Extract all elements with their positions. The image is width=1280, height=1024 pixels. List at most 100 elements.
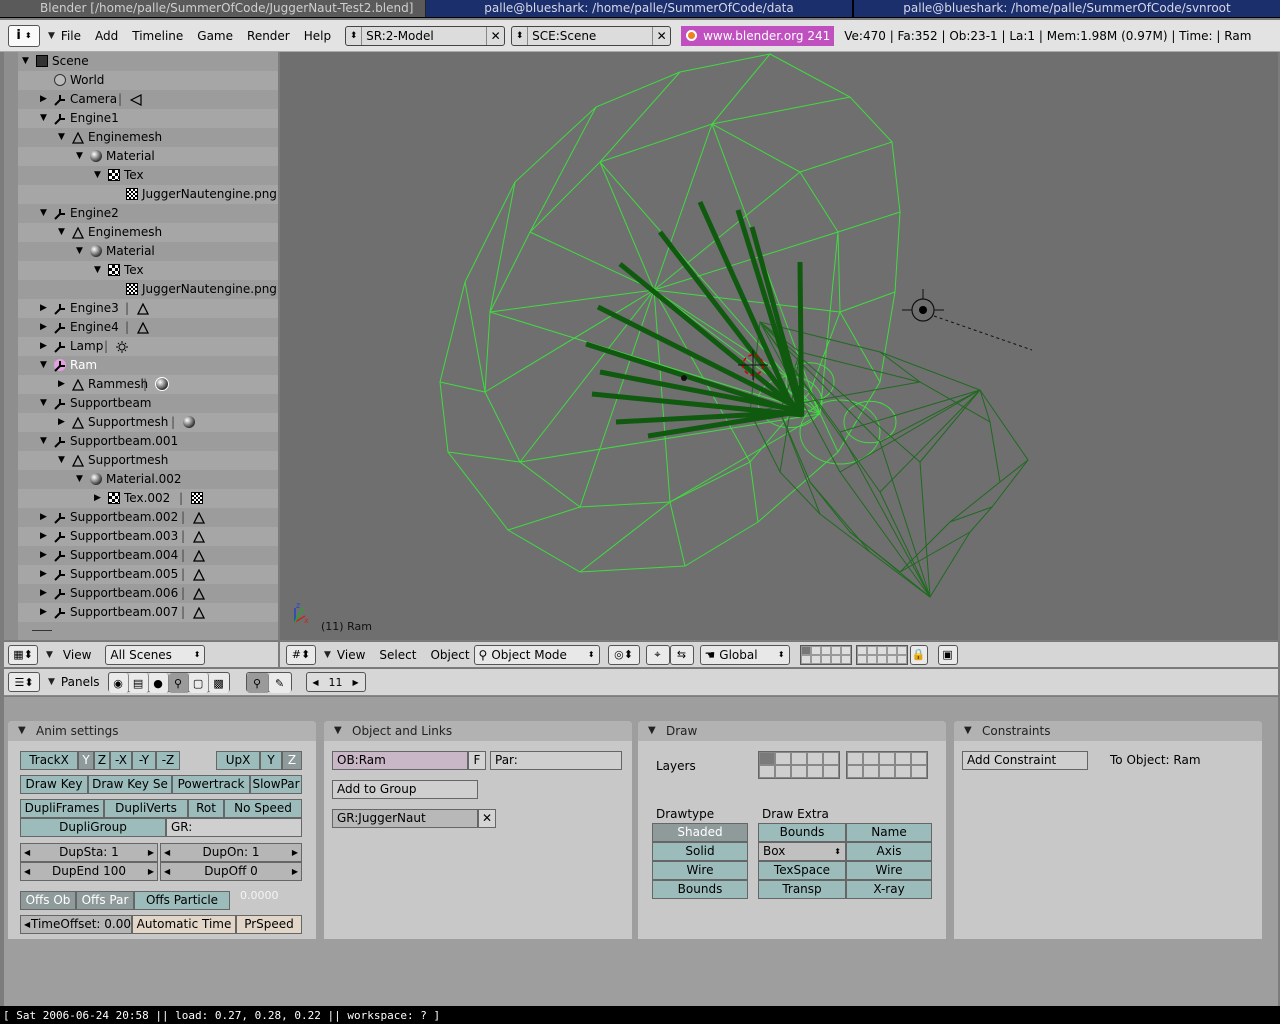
collapsed-arrow-icon[interactable]: ▶: [40, 90, 47, 109]
outliner-row[interactable]: ▶ Supportbeam.006 |: [18, 584, 278, 603]
3d-view-menu[interactable]: View: [337, 648, 365, 662]
outliner[interactable]: ▼ Scene World ▶ Camera | ▼ Engine1 ▼ Enginemesh ▼ M…: [4, 52, 278, 640]
script-context-icon[interactable]: ▤: [129, 673, 149, 693]
expanded-arrow-icon[interactable]: ▼: [40, 204, 47, 223]
outliner-row[interactable]: ▼ Material: [18, 147, 278, 166]
collapsed-arrow-icon[interactable]: ▶: [40, 508, 47, 527]
draw-header[interactable]: Draw: [638, 721, 946, 741]
mesh-icon[interactable]: [193, 587, 205, 599]
window-type-3d-button[interactable]: #⬍: [286, 645, 316, 665]
expanded-arrow-icon[interactable]: ▼: [58, 451, 65, 470]
collapsed-arrow-icon[interactable]: ▶: [40, 603, 47, 622]
menu-help[interactable]: Help: [304, 29, 331, 43]
outliner-row[interactable]: ▼ Ram: [18, 356, 278, 375]
updown-icon[interactable]: ⬍: [346, 27, 362, 45]
render-preview-icon[interactable]: ▣: [938, 645, 958, 665]
expanded-arrow-icon[interactable]: ▼: [40, 356, 47, 375]
transform-orientation-select[interactable]: ☚ Global ⬍: [700, 645, 790, 665]
object-subcontext-icon[interactable]: ⚲: [247, 673, 269, 693]
extra-bounds-button[interactable]: Bounds: [758, 823, 846, 842]
outliner-row[interactable]: ▼ Supportbeam: [18, 394, 278, 413]
drawtype-shaded-button[interactable]: Shaded: [652, 823, 748, 842]
automatic-time-button[interactable]: Automatic Time: [132, 915, 236, 934]
outliner-row[interactable]: JuggerNautengine.png: [18, 280, 278, 299]
anim-settings-header[interactable]: Anim settings: [8, 721, 316, 741]
expanded-arrow-icon[interactable]: ▼: [94, 166, 101, 185]
outliner-item-label[interactable]: Supportbeam.001: [70, 432, 178, 451]
3d-cursor-icon[interactable]: [738, 350, 768, 380]
up-z-button[interactable]: Z: [282, 751, 302, 770]
editing-context-icon[interactable]: ▢: [189, 673, 209, 693]
outliner-item-label[interactable]: Supportbeam.003: [70, 527, 178, 546]
mesh-icon[interactable]: [193, 606, 205, 618]
collapsed-arrow-icon[interactable]: ▶: [40, 565, 47, 584]
window-type-info-button[interactable]: i ⬍: [8, 25, 40, 47]
outliner-item-label[interactable]: Material: [106, 147, 155, 166]
mesh-icon[interactable]: [193, 549, 205, 561]
outliner-item-label[interactable]: Engine1: [70, 109, 119, 128]
outliner-item-label[interactable]: Supportbeam.007: [70, 603, 178, 622]
lamp-object[interactable]: [902, 289, 1032, 350]
outliner-row[interactable]: ▶ Supportbeam.002 |: [18, 508, 278, 527]
collapsed-arrow-icon[interactable]: ▶: [40, 546, 47, 565]
outliner-item-label[interactable]: Lamp: [70, 337, 103, 356]
no-speed-button[interactable]: No Speed: [224, 799, 302, 818]
outliner-item-label[interactable]: Supportbeam: [70, 394, 151, 413]
extra-xray-button[interactable]: X-ray: [846, 880, 932, 899]
mesh-icon[interactable]: [137, 302, 149, 314]
dupligroup-button[interactable]: DupliGroup: [20, 818, 166, 837]
outliner-row[interactable]: ▼ Supportbeam.001: [18, 432, 278, 451]
offs-particle-button[interactable]: Offs Particle: [134, 891, 230, 910]
remove-group-icon[interactable]: ✕: [478, 809, 496, 828]
image-icon[interactable]: [191, 492, 203, 504]
collapse-menu-icon[interactable]: ▼: [324, 650, 331, 660]
constraints-header[interactable]: Constraints: [954, 721, 1262, 741]
menu-game[interactable]: Game: [197, 29, 233, 43]
outliner-item-label[interactable]: JuggerNautengine.png: [142, 185, 277, 204]
extra-transp-button[interactable]: Transp: [758, 880, 846, 899]
slowpar-button[interactable]: SlowPar: [250, 775, 302, 794]
collapsed-arrow-icon[interactable]: ▶: [58, 413, 65, 432]
expanded-arrow-icon[interactable]: ▼: [58, 223, 65, 242]
upx-button[interactable]: UpX: [216, 751, 260, 770]
pivot-select[interactable]: ⌖: [646, 645, 670, 665]
expanded-arrow-icon[interactable]: ▼: [76, 242, 83, 261]
track-negy-button[interactable]: -Y: [132, 751, 156, 770]
extra-name-button[interactable]: Name: [846, 823, 932, 842]
offs-par-button[interactable]: Offs Par: [76, 891, 134, 910]
offs-ob-button[interactable]: Offs Ob: [20, 891, 76, 910]
screen-name-field[interactable]: SR:2-Model: [362, 29, 486, 43]
terminal-window-title-1[interactable]: palle@blueshark: /home/palle/SummerOfCod…: [426, 0, 852, 17]
outliner-row[interactable]: ▶ Tex.002 |: [18, 489, 278, 508]
menu-add[interactable]: Add: [95, 29, 118, 43]
outliner-row[interactable]: ▶ Supportbeam.007 |: [18, 603, 278, 622]
decrement-arrow-icon[interactable]: ◀: [312, 678, 318, 687]
window-type-outliner-button[interactable]: ▦⬍: [8, 645, 38, 665]
expanded-arrow-icon[interactable]: ▼: [76, 470, 83, 489]
physics-subcontext-icon[interactable]: ✎: [269, 673, 291, 693]
layer-buttons-1[interactable]: [800, 645, 852, 665]
expanded-arrow-icon[interactable]: ▼: [58, 128, 65, 147]
terminal-window-title-2[interactable]: palle@blueshark: /home/palle/SummerOfCod…: [852, 0, 1280, 17]
mesh-icon[interactable]: [193, 568, 205, 580]
shading-context-icon[interactable]: ●: [149, 673, 169, 693]
outliner-row[interactable]: ▶ Rammesh |: [18, 375, 278, 394]
outliner-row[interactable]: ▼ Scene: [18, 52, 278, 71]
trackx-button[interactable]: TrackX: [20, 751, 78, 770]
track-z-button[interactable]: Z: [94, 751, 110, 770]
outliner-row[interactable]: JuggerNautengine.png: [18, 185, 278, 204]
outliner-view-menu[interactable]: View: [63, 648, 91, 662]
object-links-header[interactable]: Object and Links: [324, 721, 632, 741]
track-negx-button[interactable]: -X: [110, 751, 132, 770]
blender-window-title[interactable]: Blender [/home/palle/SummerOfCode/Jugger…: [0, 0, 426, 17]
timeoffset-field[interactable]: ◀ TimeOffset: 0.00: [20, 915, 132, 934]
mode-select[interactable]: ⚲ Object Mode ⬍: [474, 645, 600, 665]
object-context-icon[interactable]: ⚲: [169, 673, 189, 693]
increment-arrow-icon[interactable]: ▶: [353, 678, 359, 687]
outliner-item-label[interactable]: Enginemesh: [88, 128, 162, 147]
material-icon[interactable]: [155, 377, 169, 391]
outliner-display-select[interactable]: All Scenes ⬍: [105, 645, 205, 665]
collapsed-arrow-icon[interactable]: ▶: [40, 318, 47, 337]
dupliframes-button[interactable]: DupliFrames: [20, 799, 104, 818]
lock-layers-icon[interactable]: 🔒: [910, 645, 928, 665]
